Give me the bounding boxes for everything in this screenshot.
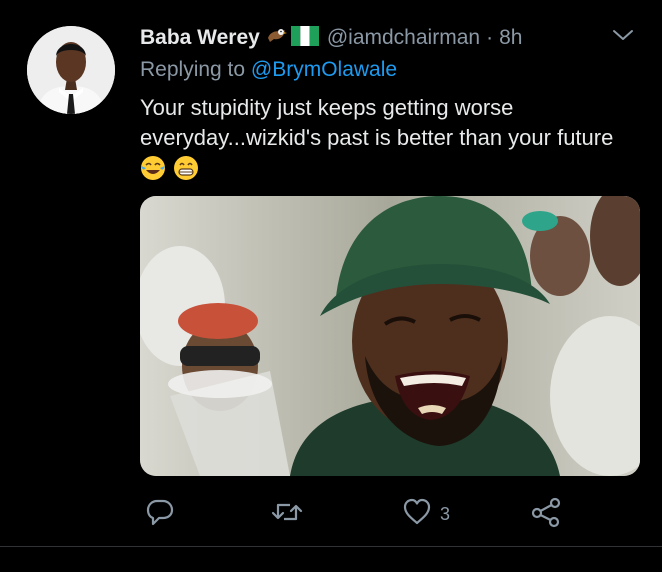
share-icon[interactable] xyxy=(530,496,562,533)
reply-icon[interactable] xyxy=(144,496,176,533)
separator-dot: · xyxy=(486,26,494,49)
retweet-icon[interactable] xyxy=(270,496,304,533)
user-handle[interactable]: @iamdchairman xyxy=(327,26,480,50)
tweet-divider xyxy=(0,546,662,547)
share-action[interactable] xyxy=(530,496,562,533)
avatar[interactable] xyxy=(27,26,115,114)
retweet-action[interactable] xyxy=(270,498,304,530)
replying-to-line: Replying to @BrymOlawale xyxy=(140,58,397,82)
tweet-text-line-2: everyday...wizkid's past is better than … xyxy=(140,125,614,150)
timestamp[interactable]: 8h xyxy=(499,26,522,50)
display-name[interactable]: Baba Werey xyxy=(140,26,260,50)
heart-icon[interactable] xyxy=(402,496,432,533)
reply-action[interactable] xyxy=(144,498,176,530)
tweet[interactable]: Baba Werey @iamdchairman · 8h Replying t… xyxy=(0,0,662,572)
chevron-down-icon[interactable] xyxy=(612,28,634,42)
replying-to-handle-link[interactable]: @BrymOlawale xyxy=(251,58,397,81)
like-count: 3 xyxy=(440,503,451,524)
eagle-emoji xyxy=(264,24,288,53)
tweet-text-line-1: Your stupidity just keeps getting worse xyxy=(140,95,514,120)
replying-to-label: Replying to xyxy=(140,58,251,81)
tweet-media-image[interactable] xyxy=(140,196,640,476)
tweet-header: Baba Werey @iamdchairman · 8h xyxy=(140,24,522,52)
like-action[interactable]: 3 xyxy=(402,498,450,530)
nigeria-flag-emoji xyxy=(290,25,319,51)
tweet-actions: 3 xyxy=(140,496,580,533)
grinning-face-emoji xyxy=(173,155,199,189)
tweet-text-emojis xyxy=(140,155,650,185)
face-with-tears-of-joy-emoji xyxy=(140,155,166,189)
tweet-text: Your stupidity just keeps getting worse … xyxy=(140,93,650,185)
